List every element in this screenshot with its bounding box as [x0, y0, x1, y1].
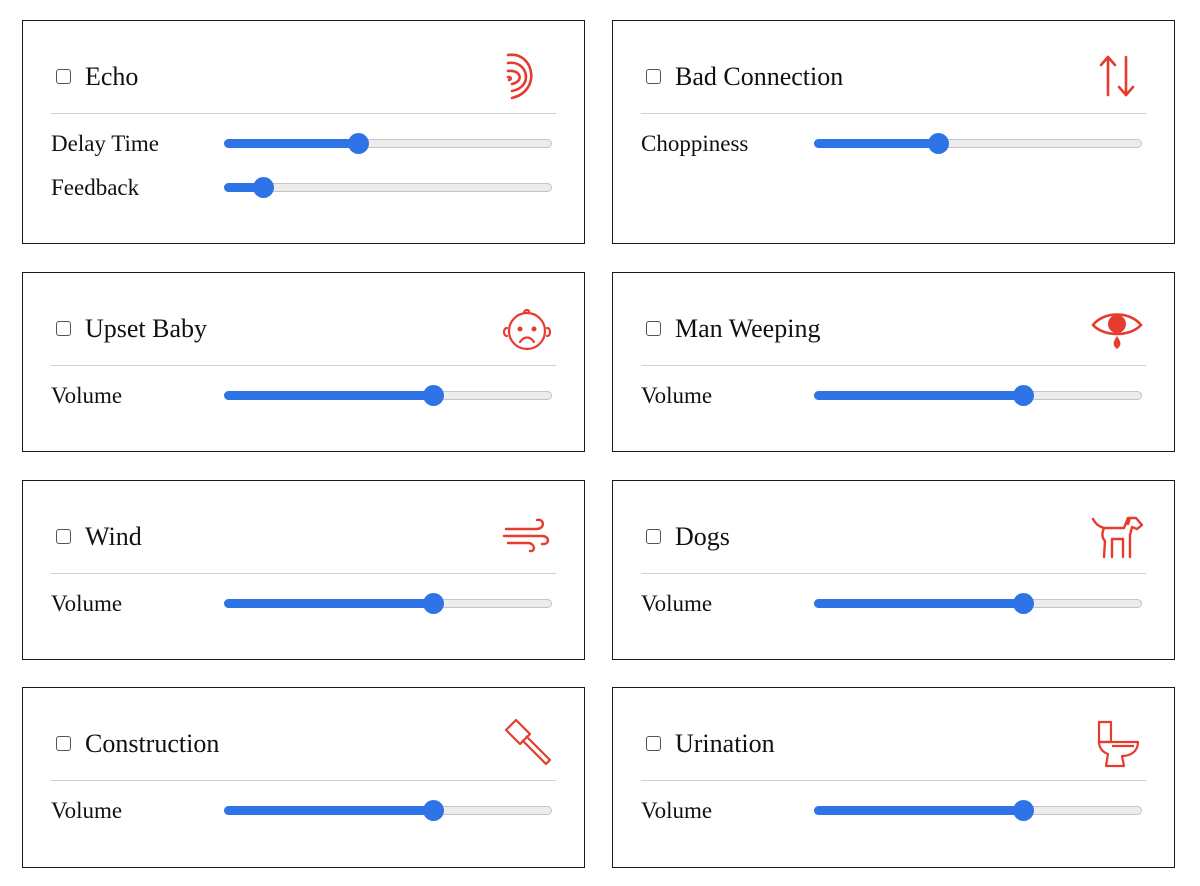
- param-label: Delay Time: [51, 131, 159, 156]
- wind-icon: [500, 509, 554, 563]
- effect-card-construction: Construction Volume: [22, 687, 585, 868]
- slider-thumb[interactable]: [1013, 593, 1035, 614]
- param-label: Volume: [641, 383, 713, 408]
- param-row-volume: Volume: [641, 588, 1142, 618]
- weeping-eye-icon: [1090, 301, 1144, 355]
- param-row-volume: Volume: [641, 795, 1142, 825]
- slider-fill: [814, 139, 939, 148]
- effect-card-wind: Wind Volume: [22, 480, 585, 660]
- param-label: Volume: [641, 591, 713, 616]
- effect-card-man-weeping: Man Weeping Volume: [612, 272, 1175, 452]
- effect-card-urination: Urination Volume: [612, 687, 1175, 868]
- param-label: Choppiness: [641, 131, 749, 156]
- hammer-icon: [500, 716, 554, 770]
- param-label: Volume: [641, 798, 713, 823]
- up-down-arrows-icon: [1090, 49, 1144, 103]
- param-row-volume: Volume: [51, 380, 552, 410]
- dog-icon: [1090, 509, 1144, 563]
- effect-title: Dogs: [675, 522, 730, 551]
- effect-card-upset-baby: Upset Baby Volume: [22, 272, 585, 452]
- enable-checkbox-urination[interactable]: [646, 736, 661, 751]
- slider-fill: [224, 599, 434, 608]
- effect-title: Construction: [85, 729, 220, 758]
- param-row-volume: Volume: [641, 380, 1142, 410]
- slider-fill: [224, 806, 434, 815]
- urination-volume-slider[interactable]: [814, 800, 1142, 821]
- enable-checkbox-man-weeping[interactable]: [646, 321, 661, 336]
- param-label: Volume: [51, 591, 123, 616]
- effect-card-header: Man Weeping: [641, 273, 1146, 366]
- param-row-choppiness: Choppiness: [641, 128, 1142, 158]
- effect-title: Urination: [675, 729, 775, 758]
- effect-card-header: Construction: [51, 688, 556, 781]
- delay-time-slider[interactable]: [224, 133, 552, 154]
- effect-card-header: Urination: [641, 688, 1146, 781]
- effect-title: Echo: [85, 62, 139, 91]
- slider-fill: [224, 391, 434, 400]
- param-row-volume: Volume: [51, 588, 552, 618]
- effect-title: Man Weeping: [675, 314, 821, 343]
- effect-title: Bad Connection: [675, 62, 844, 91]
- effect-card-bad-connection: Bad Connection Choppiness: [612, 20, 1175, 244]
- param-label: Volume: [51, 798, 123, 823]
- slider-thumb[interactable]: [252, 177, 274, 198]
- effect-card-header: Echo: [51, 21, 556, 114]
- effect-card-header: Dogs: [641, 481, 1146, 574]
- slider-thumb[interactable]: [347, 133, 369, 154]
- slider-thumb[interactable]: [423, 385, 445, 406]
- slider-fill: [814, 806, 1024, 815]
- slider-fill: [814, 391, 1024, 400]
- enable-checkbox-bad-connection[interactable]: [646, 69, 661, 84]
- effect-card-header: Wind: [51, 481, 556, 574]
- enable-checkbox-upset-baby[interactable]: [56, 321, 71, 336]
- effect-card-echo: Echo Delay Time Feedback: [22, 20, 585, 244]
- toilet-icon: [1090, 716, 1144, 770]
- man-weeping-volume-slider[interactable]: [814, 385, 1142, 406]
- construction-volume-slider[interactable]: [224, 800, 552, 821]
- enable-checkbox-echo[interactable]: [56, 69, 71, 84]
- echo-waves-icon: [500, 49, 554, 103]
- dogs-volume-slider[interactable]: [814, 593, 1142, 614]
- param-row-volume: Volume: [51, 795, 552, 825]
- choppiness-slider[interactable]: [814, 133, 1142, 154]
- effect-title: Wind: [85, 522, 142, 551]
- feedback-slider[interactable]: [224, 177, 552, 198]
- slider-thumb[interactable]: [928, 133, 950, 154]
- param-label: Feedback: [51, 175, 140, 200]
- upset-baby-volume-slider[interactable]: [224, 385, 552, 406]
- enable-checkbox-construction[interactable]: [56, 736, 71, 751]
- sad-baby-face-icon: [500, 301, 554, 355]
- effect-title: Upset Baby: [85, 314, 208, 343]
- enable-checkbox-dogs[interactable]: [646, 529, 661, 544]
- slider-thumb[interactable]: [1013, 385, 1035, 406]
- effect-card-dogs: Dogs Volume: [612, 480, 1175, 660]
- slider-thumb[interactable]: [423, 593, 445, 614]
- slider-thumb[interactable]: [1013, 800, 1035, 821]
- slider-fill: [224, 139, 359, 148]
- effect-card-header: Upset Baby: [51, 273, 556, 366]
- enable-checkbox-wind[interactable]: [56, 529, 71, 544]
- param-label: Volume: [51, 383, 123, 408]
- param-row-delay-time: Delay Time: [51, 128, 552, 158]
- slider-thumb[interactable]: [423, 800, 445, 821]
- param-row-feedback: Feedback: [51, 172, 552, 202]
- slider-fill: [814, 599, 1024, 608]
- effect-card-header: Bad Connection: [641, 21, 1146, 114]
- wind-volume-slider[interactable]: [224, 593, 552, 614]
